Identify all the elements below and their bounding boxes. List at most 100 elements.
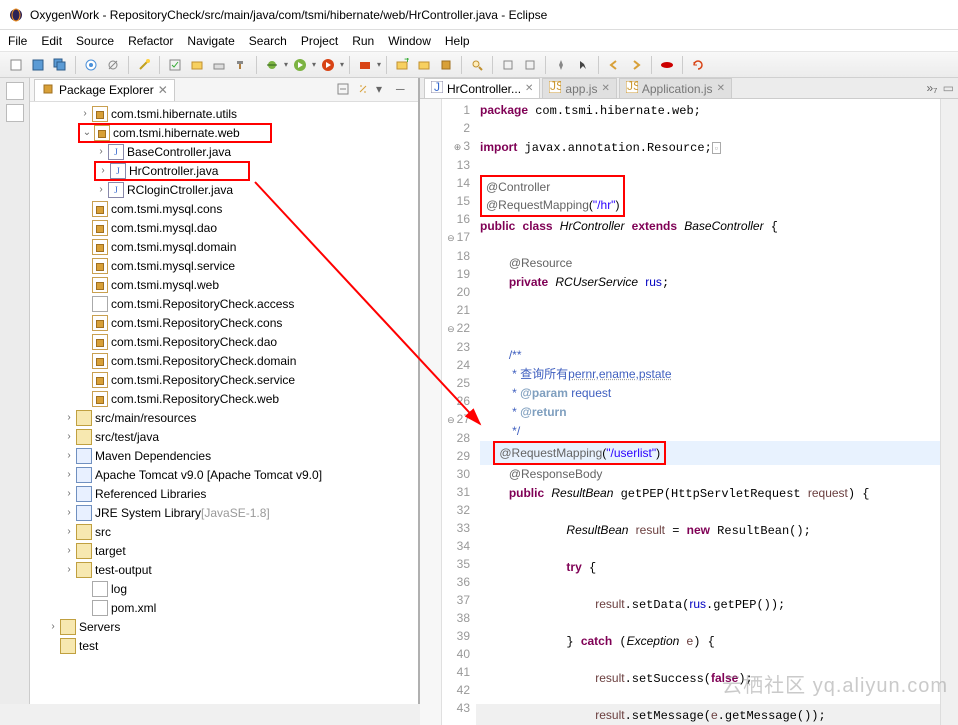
tree-label: src [95, 525, 111, 539]
tree-item[interactable]: ›Maven Dependencies [30, 446, 418, 465]
close-icon[interactable]: ✕ [158, 83, 168, 97]
toggle-mark-icon[interactable] [498, 55, 518, 75]
view-menu-icon[interactable]: ▾ [376, 82, 392, 98]
fold-icon [76, 524, 92, 540]
menu-navigate[interactable]: Navigate [187, 34, 234, 48]
tree-item[interactable]: com.tsmi.RepositoryCheck.dao [30, 332, 418, 351]
cursor-icon[interactable] [573, 55, 593, 75]
new-package-icon[interactable] [436, 55, 456, 75]
outline-icon[interactable] [6, 104, 24, 122]
tree-item[interactable]: com.tsmi.RepositoryCheck.web [30, 389, 418, 408]
close-icon[interactable]: ✕ [525, 83, 533, 94]
jar-icon [76, 467, 92, 483]
tree-item[interactable]: ›com.tsmi.hibernate.utils [30, 104, 418, 123]
tree-item[interactable]: com.tsmi.mysql.service [30, 256, 418, 275]
tree-label: Apache Tomcat v9.0 [Apache Tomcat v9.0] [95, 468, 322, 482]
package-tree[interactable]: ›com.tsmi.hibernate.utils⌄com.tsmi.hiber… [30, 102, 418, 704]
tree-item[interactable]: ⌄com.tsmi.hibernate.web [30, 123, 418, 142]
redhat-icon[interactable] [657, 55, 677, 75]
annotation-icon[interactable] [520, 55, 540, 75]
tree-item[interactable]: ›Apache Tomcat v9.0 [Apache Tomcat v9.0] [30, 465, 418, 484]
folder-icon[interactable] [187, 55, 207, 75]
new-icon[interactable] [6, 55, 26, 75]
tree-item[interactable]: com.tsmi.RepositoryCheck.service [30, 370, 418, 389]
tree-item[interactable]: ›src [30, 522, 418, 541]
menu-refactor[interactable]: Refactor [128, 34, 173, 48]
menu-run[interactable]: Run [352, 34, 374, 48]
run-icon[interactable] [290, 55, 310, 75]
tree-item[interactable]: ›JHrController.java [30, 161, 418, 180]
tree-label: pom.xml [111, 601, 156, 615]
hammer-icon[interactable] [231, 55, 251, 75]
tree-item[interactable]: com.tsmi.RepositoryCheck.domain [30, 351, 418, 370]
file-icon [92, 600, 108, 616]
maximize-icon[interactable]: ▭ [939, 81, 954, 95]
editor-tab[interactable]: JSapp.js✕ [542, 78, 616, 98]
tree-item[interactable]: com.tsmi.mysql.dao [30, 218, 418, 237]
close-icon[interactable]: ✕ [601, 83, 609, 94]
tree-item[interactable]: ›Referenced Libraries [30, 484, 418, 503]
menu-search[interactable]: Search [249, 34, 287, 48]
tree-item[interactable]: ›test-output [30, 560, 418, 579]
minimize-icon[interactable]: ─ [396, 82, 412, 98]
back-icon[interactable] [604, 55, 624, 75]
wand-icon[interactable] [134, 55, 154, 75]
fold-icon [60, 619, 76, 635]
tree-label: RCloginCtroller.java [127, 183, 233, 197]
save-icon[interactable] [28, 55, 48, 75]
editor-tab[interactable]: JHrController...✕ [424, 78, 540, 98]
search-icon[interactable] [467, 55, 487, 75]
menu-project[interactable]: Project [301, 34, 338, 48]
tree-item[interactable]: ›target [30, 541, 418, 560]
menu-file[interactable]: File [8, 34, 27, 48]
coverage-icon[interactable] [318, 55, 338, 75]
menu-edit[interactable]: Edit [41, 34, 62, 48]
saveall-icon[interactable] [50, 55, 70, 75]
tree-item[interactable]: ›Servers [30, 617, 418, 636]
menu-window[interactable]: Window [388, 34, 431, 48]
tree-item[interactable]: com.tsmi.RepositoryCheck.access [30, 294, 418, 313]
tree-item[interactable]: pom.xml [30, 598, 418, 617]
menu-source[interactable]: Source [76, 34, 114, 48]
tree-item[interactable]: log [30, 579, 418, 598]
jar-icon [76, 505, 92, 521]
new-folder-icon[interactable]: + [392, 55, 412, 75]
package-explorer-tab[interactable]: Package Explorer ✕ [34, 79, 175, 101]
tree-item[interactable]: test [30, 636, 418, 655]
tree-item[interactable]: ›JRCloginCtroller.java [30, 180, 418, 199]
tree-item[interactable]: ›src/test/java [30, 427, 418, 446]
pin-icon[interactable] [551, 55, 571, 75]
fold-icon [76, 543, 92, 559]
collapse-all-icon[interactable] [336, 82, 352, 98]
editor-tab[interactable]: JSApplication.js✕ [619, 78, 732, 98]
tree-label: com.tsmi.RepositoryCheck.web [111, 392, 279, 406]
tree-label: com.tsmi.mysql.web [111, 278, 219, 292]
refresh-icon[interactable] [688, 55, 708, 75]
ext-tools-icon[interactable] [355, 55, 375, 75]
forward-icon[interactable] [626, 55, 646, 75]
tree-label: com.tsmi.hibernate.utils [111, 107, 237, 121]
pkg-icon [92, 201, 108, 217]
tree-label: com.tsmi.RepositoryCheck.service [111, 373, 295, 387]
more-tabs[interactable]: »₇ [927, 81, 938, 95]
menu-help[interactable]: Help [445, 34, 470, 48]
tree-item[interactable]: com.tsmi.mysql.web [30, 275, 418, 294]
close-icon[interactable]: ✕ [717, 83, 725, 94]
tree-item[interactable]: com.tsmi.mysql.cons [30, 199, 418, 218]
checkbox-icon[interactable] [165, 55, 185, 75]
code-editor[interactable]: package com.tsmi.hibernate.web; import j… [476, 99, 940, 725]
tree-item[interactable]: com.tsmi.mysql.domain [30, 237, 418, 256]
perspective-icon[interactable] [6, 82, 24, 100]
skip-breakpoints-icon[interactable] [103, 55, 123, 75]
debug-icon[interactable] [262, 55, 282, 75]
breakpoint-icon[interactable] [81, 55, 101, 75]
tree-item[interactable]: ›JBaseController.java [30, 142, 418, 161]
tree-label: HrController.java [129, 164, 218, 178]
tree-item[interactable]: ›src/main/resources [30, 408, 418, 427]
tree-item[interactable]: com.tsmi.RepositoryCheck.cons [30, 313, 418, 332]
link-editor-icon[interactable] [356, 82, 372, 98]
fold-icon [60, 638, 76, 654]
new-server-icon[interactable] [209, 55, 229, 75]
tree-item[interactable]: ›JRE System Library [JavaSE-1.8] [30, 503, 418, 522]
open-type-icon[interactable] [414, 55, 434, 75]
